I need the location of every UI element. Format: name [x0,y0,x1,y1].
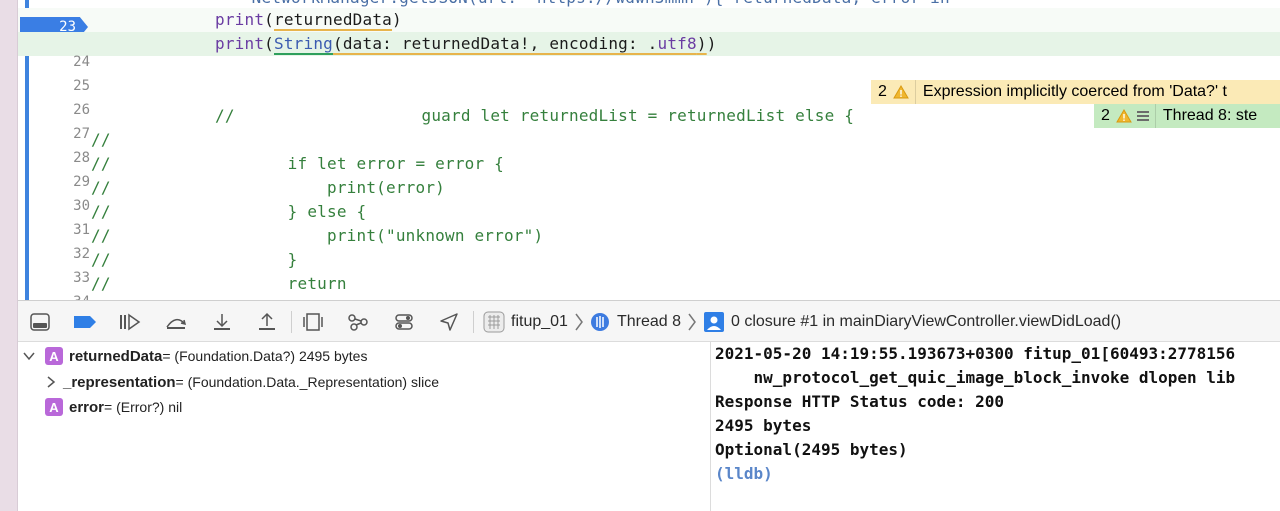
code-text: // print(error) [91,178,445,197]
code-line[interactable]: 30 // print(error) [18,176,1280,214]
code-text: // } [91,250,298,269]
code-text: // } else { [91,202,367,221]
breadcrumb-frame-label: 0 closure #1 in mainDiaryViewController.… [731,313,1122,330]
hide-debug-area-icon[interactable] [28,310,52,334]
view-hierarchy-icon[interactable] [301,310,325,334]
code-text: // print("unknown error") [91,226,544,245]
continue-icon[interactable] [118,310,142,334]
code-line-active[interactable]: 24 print(String(data: returnedData!, enc… [18,32,1280,128]
console-line: 2021-05-20 14:19:55.193673+0300 fitup_01… [715,344,1236,363]
variable-kind-badge: A [45,398,63,416]
variable-value: = (Foundation.Data._Representation) slic… [175,374,439,390]
variable-name: returnedData [69,347,163,365]
environment-overrides-icon[interactable] [392,310,416,334]
breadcrumb-thread[interactable]: Thread 8 [590,301,681,343]
memory-graph-icon[interactable] [346,310,370,334]
code-line[interactable]: 31 // } else { [18,200,1280,238]
variable-kind-badge: A [45,347,63,365]
window-edge [0,0,18,511]
code-text: // [91,130,111,149]
console-line: Response HTTP Status code: 200 [715,392,1004,411]
user-frame-icon [704,312,724,332]
variable-row[interactable]: _representation = (Foundation.Data._Repr… [45,369,439,395]
code-text: print(String(data: returnedData!, encodi… [215,34,717,53]
variable-value: = (Error?) nil [104,399,183,415]
debug-bar: fitup_01 Thread 8 0 closure #1 in mainDi… [18,300,1280,342]
code-line[interactable]: 27 // guard let returnedList = returnedL… [18,104,1280,142]
code-line[interactable]: 29 // if let error = error { [18,152,1280,190]
variable-row[interactable]: A returnedData = (Foundation.Data?) 2495… [23,343,367,369]
variables-view[interactable]: A returnedData = (Foundation.Data?) 2495… [18,342,711,511]
code-text: // if let error = error { [91,154,504,173]
source-editor[interactable]: 22 NetworkManager.getJSON(url: "https://… [18,0,1280,300]
code-text: // return [91,274,347,293]
breakpoints-toggle-icon[interactable] [73,310,97,334]
breadcrumb-app-label: fitup_01 [511,313,568,330]
console-line: Optional(2495 bytes) [715,440,908,459]
code-line[interactable]: 34 // return [18,272,1280,300]
variable-value: = (Foundation.Data?) 2495 bytes [162,348,368,364]
line-number: 34 [42,290,90,300]
code-line-current[interactable]: 23 print(returnedData) 2 Expression impl… [18,8,1280,104]
app-target-icon [483,311,505,333]
code-line[interactable]: 28 // [18,128,1280,166]
console-line: 2495 bytes [715,416,812,435]
disclosure-collapsed-icon[interactable] [45,376,57,388]
chevron-right-icon [575,313,583,331]
code-line[interactable]: 25 [18,56,1280,94]
variable-row[interactable]: A error = (Error?) nil [45,394,182,420]
step-into-icon[interactable] [210,310,234,334]
code-line[interactable]: 32 // print("unknown error") [18,224,1280,262]
code-text: // guard let returnedList = returnedList… [215,106,855,125]
chevron-right-icon [688,313,696,331]
code-line[interactable]: 26 [18,80,1280,118]
thread-icon [591,313,609,331]
breadcrumb-thread-label: Thread 8 [617,313,682,330]
disclosure-expanded-icon[interactable] [23,350,35,362]
console-line: nw_protocol_get_quic_image_block_invoke … [715,368,1236,387]
breadcrumb-app[interactable]: fitup_01 [483,301,568,343]
code-text: print(returnedData) [215,10,402,29]
debug-console[interactable]: 2021-05-20 14:19:55.193673+0300 fitup_01… [712,342,1280,511]
location-icon[interactable] [437,310,461,334]
toolbar-divider [473,311,474,333]
toolbar-divider [291,311,292,333]
breadcrumb-frame[interactable]: 0 closure #1 in mainDiaryViewController.… [704,301,1121,343]
variable-name: error [69,398,105,416]
lldb-prompt[interactable]: (lldb) [715,462,773,486]
step-out-icon[interactable] [255,310,279,334]
variable-name: _representation [63,373,176,391]
step-over-icon[interactable] [164,310,188,334]
code-line[interactable]: 33 // } [18,248,1280,286]
